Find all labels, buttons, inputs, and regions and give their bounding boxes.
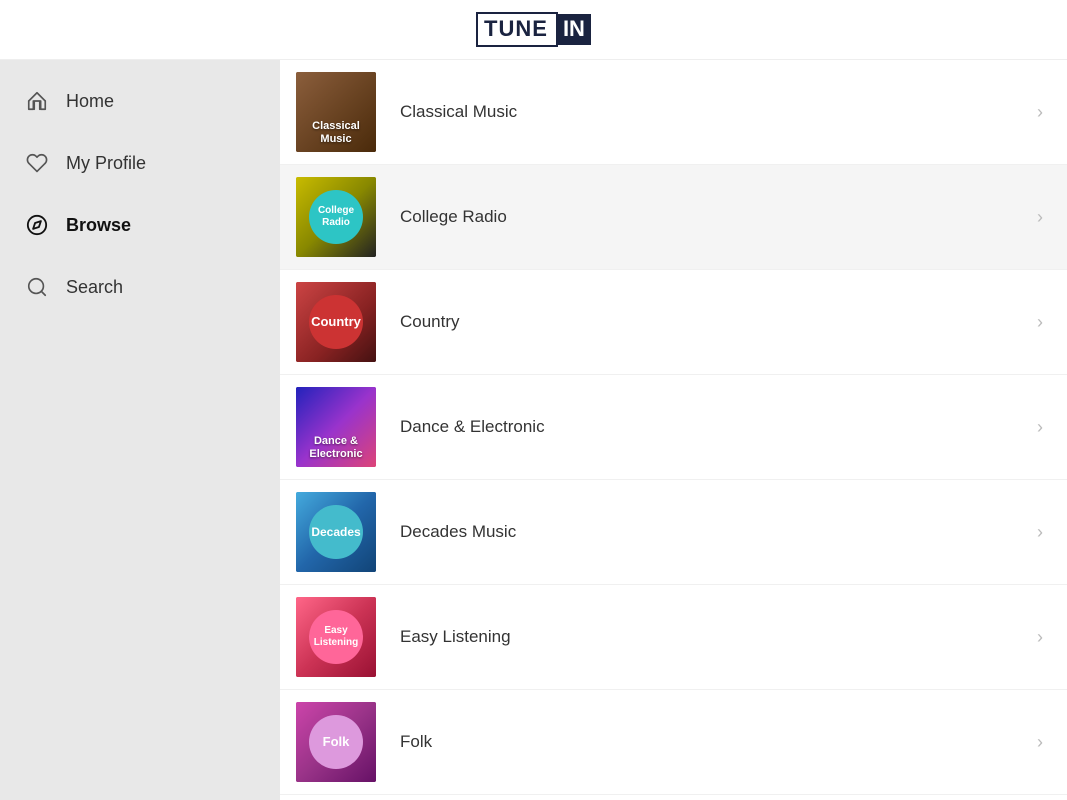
easy-thumb-label: EasyListening	[309, 610, 363, 664]
logo-tune-text: TUNE	[476, 12, 558, 46]
easy-thumb: EasyListening	[296, 597, 376, 677]
sidebar-item-search[interactable]: Search	[0, 256, 280, 318]
dance-thumb-text: Dance &Electronic	[296, 435, 376, 461]
dance-electronic-chevron: ›	[1037, 417, 1067, 438]
app-header: TUNEIN	[0, 0, 1067, 60]
compass-icon	[24, 212, 50, 238]
decades-music-chevron: ›	[1037, 522, 1067, 543]
sidebar-label-browse: Browse	[66, 215, 131, 236]
list-item[interactable]: Folk Folk ›	[280, 690, 1067, 795]
sidebar-label-my-profile: My Profile	[66, 153, 146, 174]
classical-thumb-text: ClassicalMusic	[296, 120, 376, 146]
search-icon	[24, 274, 50, 300]
sidebar-item-my-profile[interactable]: My Profile	[0, 132, 280, 194]
folk-thumb-label: Folk	[309, 715, 363, 769]
tunein-logo[interactable]: TUNEIN	[476, 12, 591, 46]
college-radio-chevron: ›	[1037, 207, 1067, 228]
list-item[interactable]: ClassicalMusic Classical Music ›	[280, 60, 1067, 165]
decades-thumb-label: Decades	[309, 505, 363, 559]
list-item[interactable]: CollegeRadio College Radio ›	[280, 165, 1067, 270]
country-chevron: ›	[1037, 312, 1067, 333]
main-layout: Home My Profile Browse	[0, 60, 1067, 800]
college-radio-label: College Radio	[392, 207, 1037, 227]
browse-content[interactable]: ClassicalMusic Classical Music › College…	[280, 60, 1067, 800]
country-thumb-label: Country	[309, 295, 363, 349]
sidebar-item-browse[interactable]: Browse	[0, 194, 280, 256]
classical-music-label: Classical Music	[392, 102, 1037, 122]
sidebar-label-search: Search	[66, 277, 123, 298]
list-item[interactable]: EasyListening Easy Listening ›	[280, 585, 1067, 690]
college-thumb-label: CollegeRadio	[309, 190, 363, 244]
easy-listening-label: Easy Listening	[392, 627, 1037, 647]
logo-in-text: IN	[557, 14, 591, 44]
folk-label: Folk	[392, 732, 1037, 752]
sidebar: Home My Profile Browse	[0, 60, 280, 800]
country-label: Country	[392, 312, 1037, 332]
decades-music-label: Decades Music	[392, 522, 1037, 542]
college-radio-thumb: CollegeRadio	[296, 177, 376, 257]
classical-music-chevron: ›	[1037, 102, 1067, 123]
sidebar-label-home: Home	[66, 91, 114, 112]
classical-music-thumb: ClassicalMusic	[296, 72, 376, 152]
easy-listening-chevron: ›	[1037, 627, 1067, 648]
folk-chevron: ›	[1037, 732, 1067, 753]
dance-thumb: Dance &Electronic	[296, 387, 376, 467]
dance-electronic-label: Dance & Electronic	[392, 417, 1037, 437]
folk-thumb: Folk	[296, 702, 376, 782]
list-item[interactable]: Dance &Electronic Dance & Electronic ›	[280, 375, 1067, 480]
home-icon	[24, 88, 50, 114]
list-item[interactable]: Country Country ›	[280, 270, 1067, 375]
country-thumb: Country	[296, 282, 376, 362]
heart-icon	[24, 150, 50, 176]
sidebar-item-home[interactable]: Home	[0, 70, 280, 132]
decades-thumb: Decades	[296, 492, 376, 572]
list-item[interactable]: Decades Decades Music ›	[280, 480, 1067, 585]
